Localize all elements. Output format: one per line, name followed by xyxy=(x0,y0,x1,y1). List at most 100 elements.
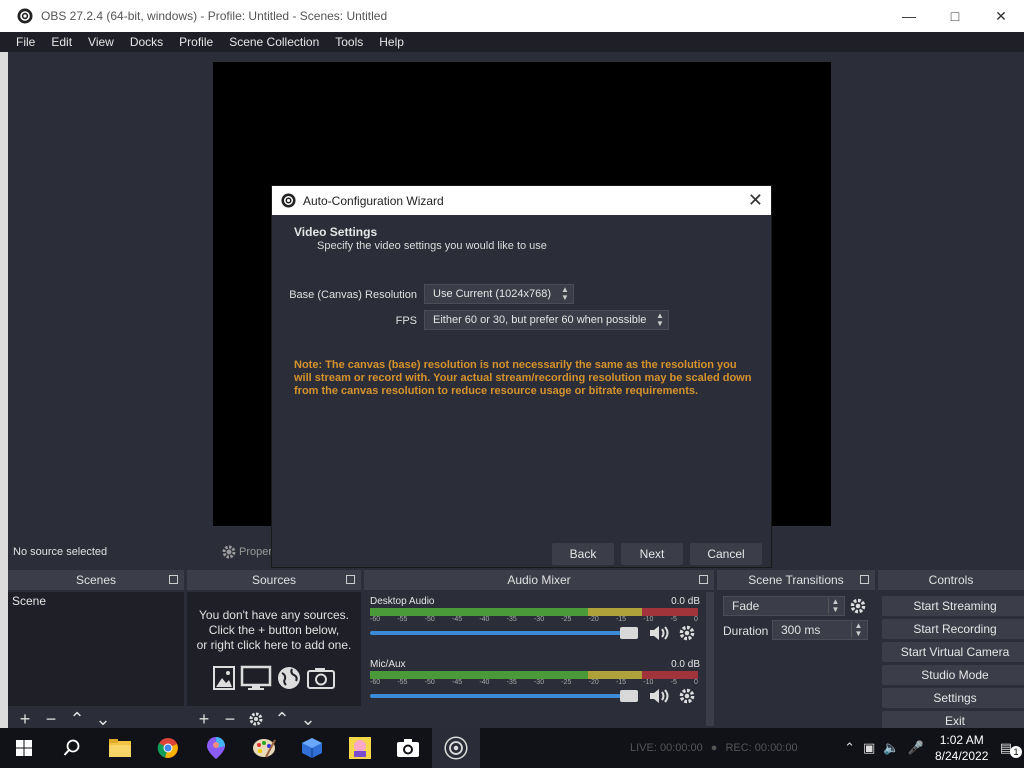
mixer-header: Audio Mixer xyxy=(364,570,714,590)
maps-taskbar-button[interactable] xyxy=(192,728,240,768)
notification-count: 1 xyxy=(1010,746,1022,758)
clock-time: 1:02 AM xyxy=(939,733,984,747)
close-icon[interactable]: ✕ xyxy=(748,191,763,209)
gear-icon xyxy=(249,712,263,726)
mixer-title: Audio Mixer xyxy=(507,573,571,587)
sources-dock: Sources You don't have any sources. Clic… xyxy=(187,570,361,732)
menu-file[interactable]: File xyxy=(8,32,43,52)
image-icon xyxy=(213,666,235,690)
chrome-icon xyxy=(157,738,178,758)
duration-spinbox[interactable]: 300 ms ▲ ▼ xyxy=(772,620,868,640)
window-title: OBS 27.2.4 (64-bit, windows) - Profile: … xyxy=(41,9,388,23)
network-icon[interactable]: ▣ xyxy=(859,740,879,756)
camera-taskbar-button[interactable] xyxy=(384,728,432,768)
float-icon[interactable] xyxy=(860,575,869,584)
search-button[interactable] xyxy=(48,728,96,768)
menu-edit[interactable]: Edit xyxy=(43,32,80,52)
move-up-button[interactable]: ⌃ xyxy=(64,708,90,730)
folder-icon xyxy=(109,739,131,757)
move-down-button[interactable]: ⌄ xyxy=(90,708,116,730)
menu-tools[interactable]: Tools xyxy=(327,32,371,52)
add-scene-button[interactable]: + xyxy=(12,708,38,730)
source-settings-button[interactable] xyxy=(243,708,269,730)
settings-button[interactable]: Settings xyxy=(882,688,1024,708)
transition-value: Fade xyxy=(732,599,760,613)
duration-value: 300 ms xyxy=(781,623,821,637)
list-item[interactable]: Scene xyxy=(8,592,184,610)
sources-header: Sources xyxy=(187,570,361,590)
file-explorer-taskbar-button[interactable] xyxy=(96,728,144,768)
volume-slider-handle[interactable] xyxy=(620,627,638,639)
gear-icon[interactable] xyxy=(678,687,696,705)
resolution-note: Note: The canvas (base) resolution is no… xyxy=(294,359,752,397)
float-icon[interactable] xyxy=(169,575,178,584)
speaker-icon[interactable] xyxy=(648,687,672,705)
microphone-icon[interactable]: 🎤 xyxy=(904,740,928,756)
clock[interactable]: 1:02 AM 8/24/2022 xyxy=(928,732,996,764)
start-virtual-camera-button[interactable]: Start Virtual Camera xyxy=(882,642,1024,662)
no-source-label: No source selected xyxy=(13,546,108,558)
mixer-channel: Mic/Aux 0.0 dB -60 -55 -50 -45 -40 -35 -30 -25-… xyxy=(370,659,700,717)
scenes-header: Scenes xyxy=(8,570,184,590)
scenes-title: Scenes xyxy=(75,573,117,587)
menu-profile[interactable]: Profile xyxy=(171,32,221,52)
transition-select[interactable]: Fade ▲ ▼ xyxy=(723,596,845,616)
menu-scene-collection[interactable]: Scene Collection xyxy=(221,32,327,52)
game-taskbar-button[interactable] xyxy=(336,728,384,768)
float-icon[interactable] xyxy=(346,575,355,584)
clock-date: 8/24/2022 xyxy=(935,749,989,763)
move-up-button[interactable]: ⌃ xyxy=(269,708,295,730)
cancel-button[interactable]: Cancel xyxy=(690,543,762,565)
resolution-value: Use Current (1024x768) xyxy=(433,288,552,300)
volume-slider[interactable] xyxy=(370,694,638,698)
menu-view[interactable]: View xyxy=(80,32,122,52)
start-button[interactable] xyxy=(0,728,48,768)
close-window-button[interactable]: ✕ xyxy=(978,0,1024,32)
spinner-arrows-icon: ▲ ▼ xyxy=(561,285,569,302)
start-streaming-button[interactable]: Start Streaming xyxy=(882,596,1024,616)
chrome-taskbar-button[interactable] xyxy=(144,728,192,768)
volume-slider[interactable] xyxy=(370,631,638,635)
app-taskbar-button[interactable] xyxy=(288,728,336,768)
move-down-button[interactable]: ⌄ xyxy=(295,708,321,730)
hint-line: or right click here to add one. xyxy=(196,638,352,652)
paint-taskbar-button[interactable] xyxy=(240,728,288,768)
volume-slider-handle[interactable] xyxy=(620,690,638,702)
volume-icon[interactable]: 🔈 xyxy=(879,740,903,756)
back-button[interactable]: Back xyxy=(552,543,614,565)
chevron-up-icon[interactable]: ⌃ xyxy=(840,740,859,756)
studio-mode-button[interactable]: Studio Mode xyxy=(882,665,1024,685)
mixer-scrollbar[interactable] xyxy=(706,592,714,726)
speaker-icon[interactable] xyxy=(648,624,672,642)
menu-docks[interactable]: Docks xyxy=(122,32,171,52)
minimize-button[interactable]: — xyxy=(886,0,932,32)
next-button[interactable]: Next xyxy=(621,543,683,565)
remove-source-button[interactable]: − xyxy=(217,708,243,730)
add-source-button[interactable]: + xyxy=(191,708,217,730)
fps-select[interactable]: Either 60 or 30, but prefer 60 when poss… xyxy=(424,310,669,330)
resolution-select[interactable]: Use Current (1024x768) ▲ ▼ xyxy=(424,284,574,304)
title-bar: OBS 27.2.4 (64-bit, windows) - Profile: … xyxy=(0,0,1024,32)
auto-config-wizard-dialog: Auto-Configuration Wizard ✕ Video Settin… xyxy=(271,185,772,568)
remove-scene-button[interactable]: − xyxy=(38,708,64,730)
scenes-dock: Scenes Scene + − ⌃ ⌄ xyxy=(8,570,184,732)
obs-taskbar-button[interactable] xyxy=(432,728,480,768)
start-recording-button[interactable]: Start Recording xyxy=(882,619,1024,639)
menu-help[interactable]: Help xyxy=(371,32,412,52)
dialog-title-bar: Auto-Configuration Wizard ✕ xyxy=(272,186,771,215)
controls-title: Controls xyxy=(928,573,974,587)
resolution-label: Base (Canvas) Resolution xyxy=(289,289,417,301)
float-icon[interactable] xyxy=(699,575,708,584)
mixer-channel: Desktop Audio 0.0 dB -60 -55 -50 -45 -40 -35-… xyxy=(370,596,700,654)
gear-icon[interactable] xyxy=(849,597,867,615)
hint-line: Click the + button below, xyxy=(208,623,340,637)
transitions-title: Scene Transitions xyxy=(748,573,844,587)
notification-icon[interactable]: ▤ 1 xyxy=(996,740,1024,758)
sources-list[interactable]: You don't have any sources. Click the + … xyxy=(187,592,361,706)
scenes-list[interactable]: Scene xyxy=(8,592,184,706)
maximize-button[interactable]: □ xyxy=(932,0,978,32)
channel-name: Desktop Audio xyxy=(370,596,435,607)
cube-app-icon xyxy=(302,738,322,758)
channel-db: 0.0 dB xyxy=(671,659,700,670)
gear-icon[interactable] xyxy=(678,624,696,642)
